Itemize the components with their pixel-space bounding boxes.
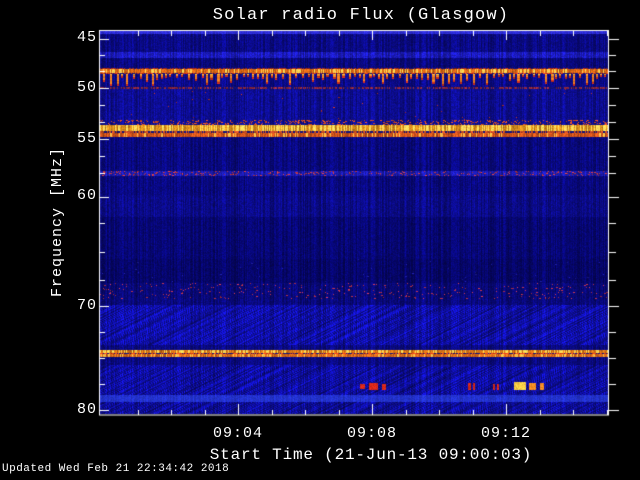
y-tick-label-80: 80 [76,401,97,418]
x-tick-label-0904: 09:04 [212,425,263,442]
x-axis-title: Start Time (21-Jun-13 09:00:03) [209,446,533,464]
plot-title: Solar radio Flux (Glasgow) [212,6,510,25]
y-tick-label-45: 45 [76,29,97,46]
x-tick-label-0912: 09:12 [480,425,531,442]
y-axis-title: Frequency [MHz] [49,146,66,298]
updated-timestamp: Updated Wed Feb 21 22:34:42 2018 [2,463,230,475]
y-tick-label-50: 50 [76,79,97,96]
x-tick-label-0908: 09:08 [346,425,397,442]
solar-radio-spectrogram-page: Solar radio Flux (Glasgow) 45 50 55 60 7… [0,0,640,480]
